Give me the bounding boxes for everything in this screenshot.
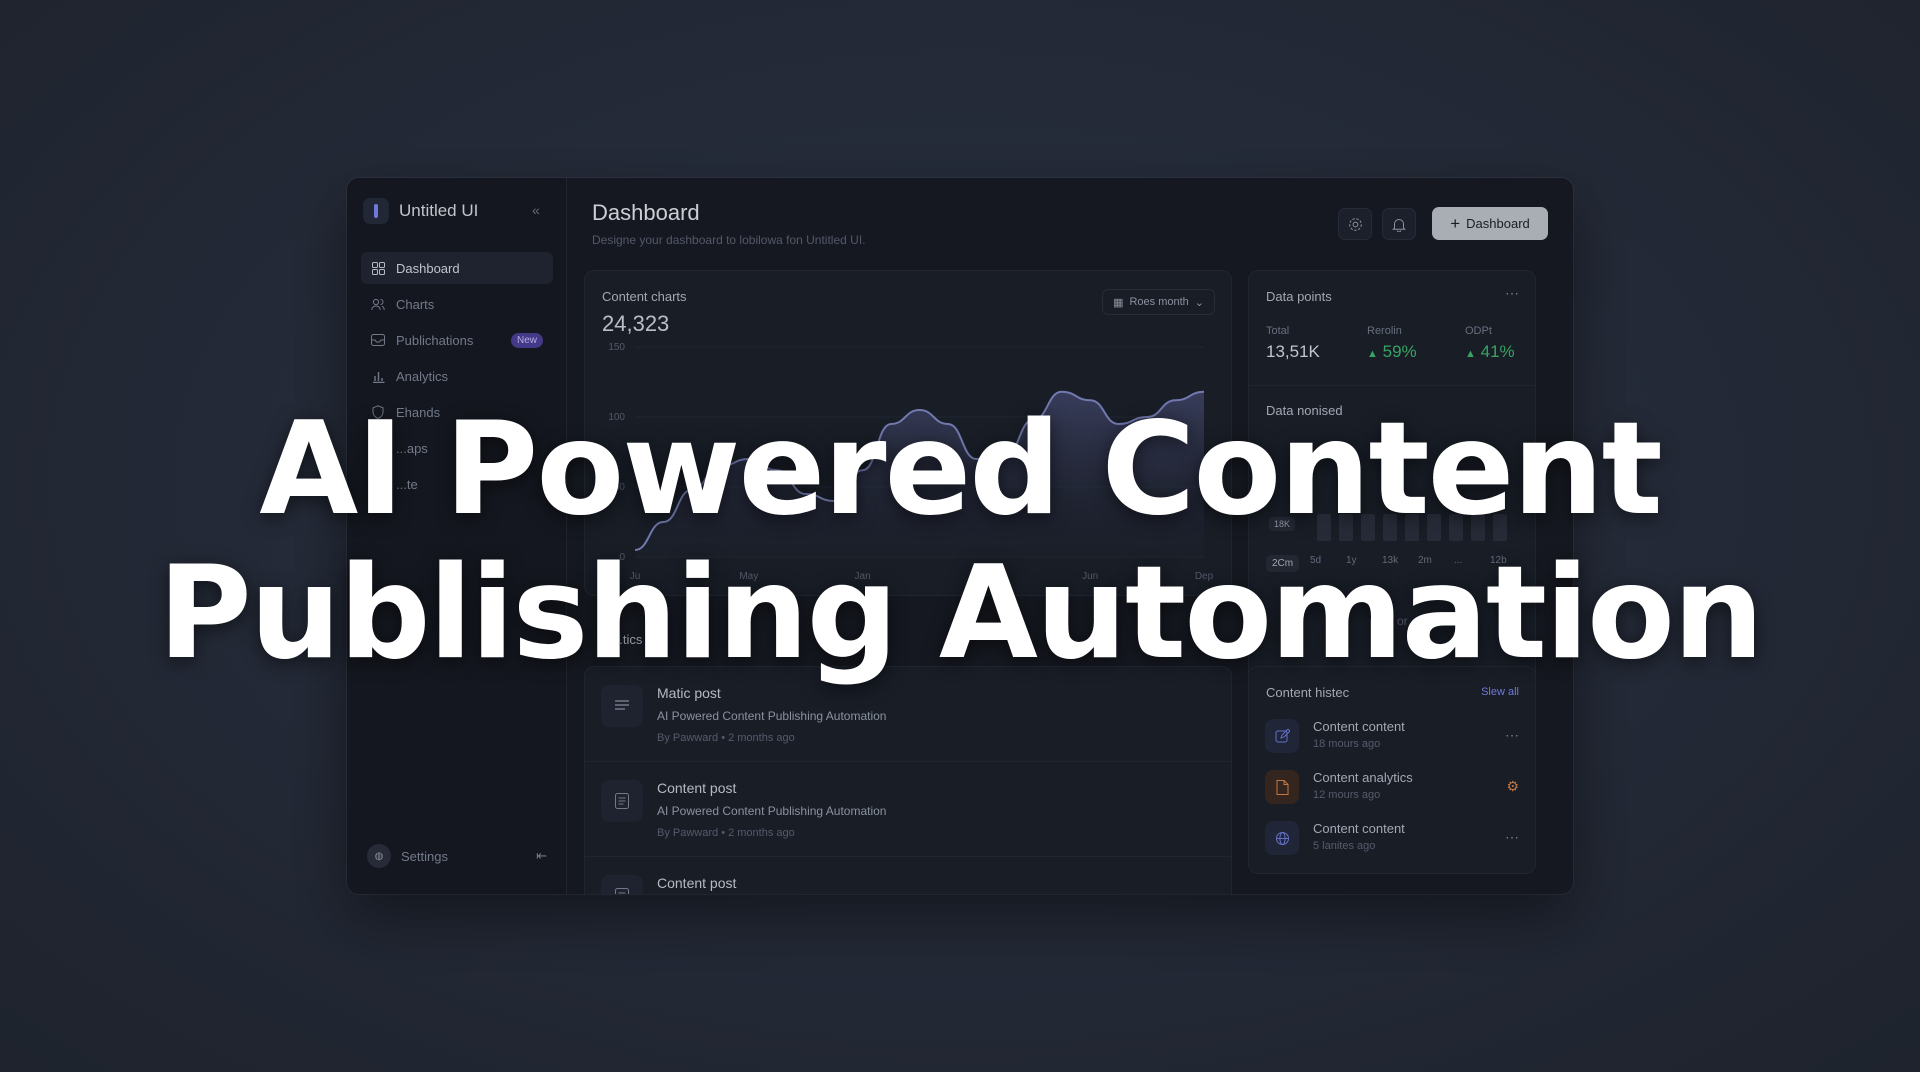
stat-value: ▲ 41% bbox=[1465, 342, 1515, 361]
arrow-up-icon: ▲ bbox=[1465, 348, 1476, 360]
dashboard-button-label: Dashboard bbox=[1466, 216, 1530, 231]
content-chart-title: Content charts bbox=[602, 289, 687, 304]
history-item[interactable]: Content content 5 lanites ago ⋯ bbox=[1265, 817, 1519, 861]
brand-name: Untitled UI bbox=[399, 201, 479, 220]
sidebar-item-label: Charts bbox=[396, 296, 435, 312]
list-item[interactable]: Content post AI Powered Content Publishi… bbox=[585, 762, 1231, 857]
page-subtitle: Designe your dashboard to lobilowa fon U… bbox=[592, 233, 866, 247]
document-icon bbox=[1265, 770, 1299, 804]
sidebar-item-publichations[interactable]: Publichations New bbox=[361, 324, 553, 356]
document-icon bbox=[601, 780, 643, 822]
settings-label: Settings bbox=[401, 848, 448, 864]
users-icon bbox=[371, 297, 385, 311]
document-icon bbox=[601, 685, 643, 727]
dashboard-button[interactable]: + Dashboard bbox=[1432, 207, 1548, 240]
arrow-up-icon: ▲ bbox=[1367, 348, 1378, 360]
list-item[interactable]: Content post bbox=[585, 857, 1231, 894]
divider bbox=[1249, 385, 1535, 386]
stat-odpt: ODPt ▲ 41% bbox=[1465, 325, 1515, 362]
y-tick-label: 150 bbox=[608, 342, 625, 353]
gear-icon[interactable]: ⚙ bbox=[1506, 778, 1519, 795]
plus-icon: + bbox=[1450, 214, 1461, 233]
post-meta: By Pawward • 2 months ago bbox=[657, 827, 795, 839]
settings-link[interactable]: ◍ Settings ⇤ bbox=[367, 844, 547, 868]
history-meta: 12 mours ago bbox=[1313, 789, 1381, 801]
posts-list: Matic post AI Powered Content Publishing… bbox=[584, 666, 1232, 894]
stat-label: ODPt bbox=[1465, 325, 1492, 337]
headline-line-2: Publishing Automation bbox=[158, 539, 1764, 688]
content-history-card: Content histec Slew all Content content … bbox=[1248, 666, 1536, 874]
stat-value: ▲ 59% bbox=[1367, 342, 1417, 361]
headline-overlay: AI Powered Content Publishing Automation bbox=[0, 398, 1920, 686]
brand[interactable]: Untitled UI bbox=[363, 198, 478, 224]
stat-rerolin: Rerolin ▲ 59% bbox=[1367, 325, 1417, 362]
post-description: AI Powered Content Publishing Automation bbox=[657, 804, 887, 818]
range-dropdown-value: Roes month bbox=[1129, 296, 1189, 308]
globe-icon bbox=[1265, 821, 1299, 855]
history-meta: 18 mours ago bbox=[1313, 738, 1381, 750]
history-item[interactable]: Content analytics 12 mours ago ⚙ bbox=[1265, 766, 1519, 810]
inbox-icon bbox=[371, 333, 385, 347]
sidebar-item-analytics[interactable]: Analytics bbox=[361, 360, 553, 392]
stat-label: Rerolin bbox=[1367, 325, 1402, 337]
history-title: Content content bbox=[1313, 821, 1405, 836]
edit-icon bbox=[1265, 719, 1299, 753]
post-description: AI Powered Content Publishing Automation bbox=[657, 709, 887, 723]
new-badge: New bbox=[510, 332, 543, 348]
history-meta: 5 lanites ago bbox=[1313, 840, 1376, 852]
avatar: ◍ bbox=[367, 844, 391, 868]
history-item[interactable]: Content content 18 mours ago ⋯ bbox=[1265, 715, 1519, 759]
calendar-icon: ▦ bbox=[1113, 296, 1124, 309]
settings-button[interactable] bbox=[1338, 208, 1372, 240]
stat-label: Total bbox=[1266, 325, 1290, 337]
grid-icon bbox=[371, 261, 385, 275]
data-points-title: Data points bbox=[1266, 289, 1332, 304]
more-icon[interactable]: ⋯ bbox=[1505, 727, 1519, 744]
post-title: Content post bbox=[657, 780, 737, 796]
bar-chart-icon bbox=[371, 369, 385, 383]
history-title: Content content bbox=[1313, 719, 1405, 734]
content-chart-total: 24,323 bbox=[602, 311, 670, 336]
sidebar-item-charts[interactable]: Charts bbox=[361, 288, 553, 320]
collapse-panel-icon[interactable]: ⇤ bbox=[536, 848, 547, 864]
sidebar-item-label: Publichations bbox=[396, 332, 474, 348]
sidebar-item-label: Analytics bbox=[396, 368, 449, 384]
page-title: Dashboard bbox=[592, 200, 700, 225]
notifications-button[interactable] bbox=[1382, 208, 1416, 240]
post-meta: By Pawward • 2 months ago bbox=[657, 732, 795, 744]
bell-icon bbox=[1392, 218, 1406, 232]
document-icon bbox=[601, 875, 643, 894]
sidebar-item-dashboard[interactable]: Dashboard bbox=[361, 252, 553, 284]
stat-value: 13,51K bbox=[1266, 342, 1320, 361]
stat-total: Total 13,51K bbox=[1266, 325, 1320, 362]
history-title: Content analytics bbox=[1313, 770, 1413, 785]
brand-logo-icon bbox=[363, 198, 389, 224]
range-dropdown[interactable]: ▦ Roes month ⌄ bbox=[1102, 289, 1215, 315]
more-icon[interactable]: ⋯ bbox=[1505, 285, 1519, 302]
more-icon[interactable]: ⋯ bbox=[1505, 829, 1519, 846]
collapse-sidebar-icon[interactable]: « bbox=[532, 202, 540, 218]
chevron-down-icon: ⌄ bbox=[1194, 296, 1204, 309]
post-title: Content post bbox=[657, 875, 737, 891]
gear-icon bbox=[1348, 217, 1362, 231]
sidebar-item-label: Dashboard bbox=[396, 260, 460, 276]
headline-line-1: AI Powered Content bbox=[259, 395, 1663, 544]
